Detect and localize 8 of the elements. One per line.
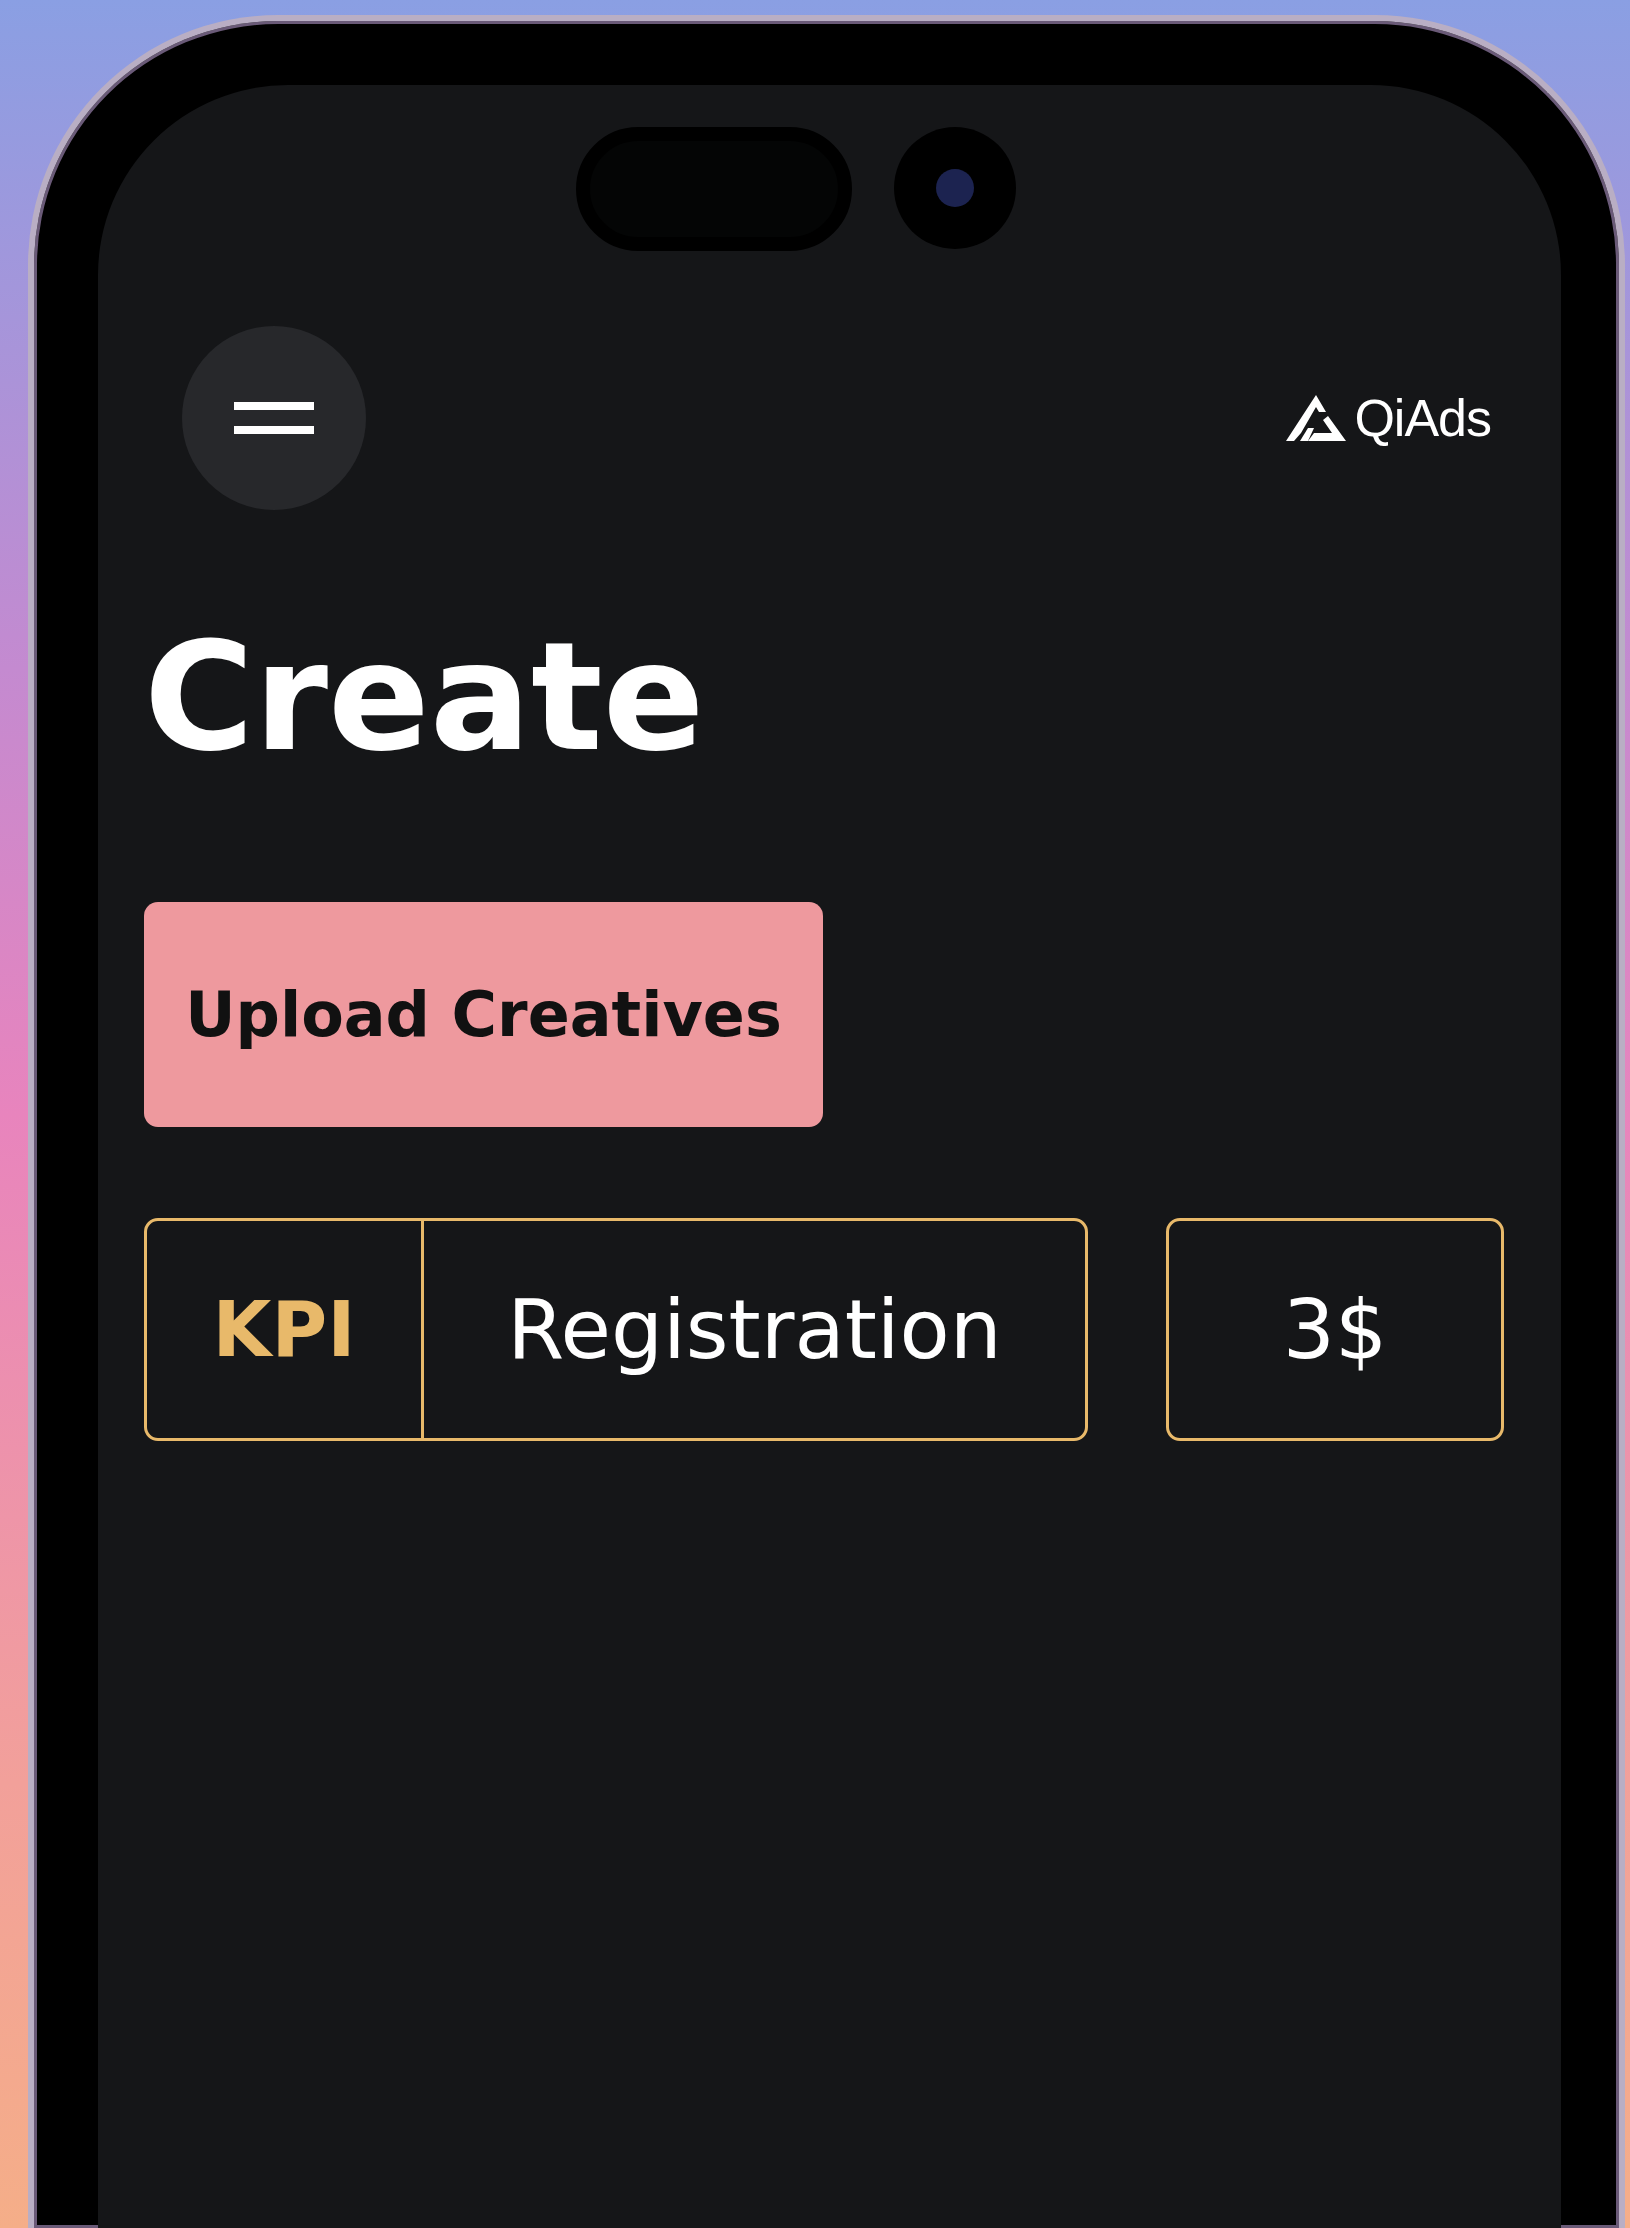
logo-icon — [1286, 395, 1347, 441]
kpi-field[interactable]: KPI Registration — [144, 1218, 1088, 1441]
kpi-value: Registration — [506, 1281, 1003, 1379]
upload-creatives-button[interactable]: Upload Creatives — [144, 902, 823, 1127]
price-field[interactable]: 3$ — [1166, 1218, 1504, 1441]
kpi-label: KPI — [147, 1221, 424, 1438]
page-title: Create — [144, 622, 706, 772]
logo-text: QiAds — [1354, 392, 1491, 444]
